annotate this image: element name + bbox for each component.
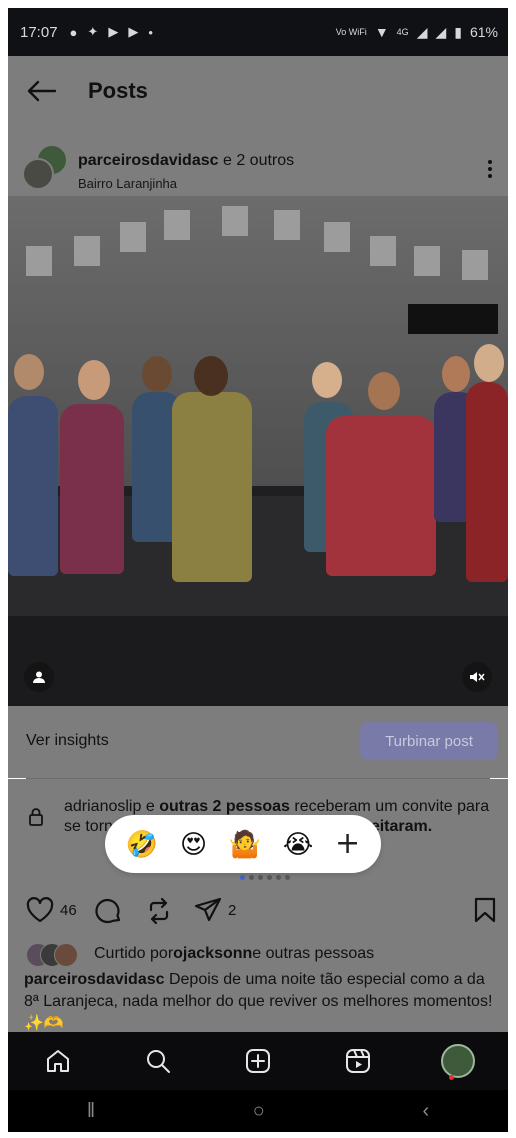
liked-by-user[interactable]: ojacksonn <box>173 945 252 963</box>
nav-create[interactable] <box>236 1039 280 1083</box>
share-count: 2 <box>228 901 237 919</box>
comment-icon <box>95 898 121 924</box>
insights-row: Ver insights Turbinar post <box>8 706 508 778</box>
arrow-left-icon <box>27 80 57 102</box>
crying-reaction[interactable]: 😭 <box>283 829 313 859</box>
repost-button[interactable] <box>146 897 172 925</box>
lock-icon <box>29 808 43 826</box>
comment-button[interactable] <box>94 897 122 925</box>
home-circle-icon[interactable]: ○ <box>253 1100 265 1123</box>
action-bar: 46 2 <box>8 893 508 933</box>
like-button[interactable]: 46 <box>26 897 77 923</box>
signal-icon: ◢ <box>435 23 447 40</box>
wifi-icon: ▼ <box>374 24 389 40</box>
author-avatars[interactable] <box>22 144 68 190</box>
reaction-picker: 🤣 😍 🤷 😭 + <box>105 815 381 873</box>
post-footer: 46 2 Curtido por ojacksonn e outras pess… <box>8 859 508 1039</box>
more-notifications-icon: • <box>148 24 153 40</box>
repost-icon <box>149 897 169 925</box>
author-username[interactable]: parceirosdavidasc <box>78 152 219 169</box>
caption-username[interactable]: parceirosdavidasc <box>24 971 165 988</box>
carousel-indicator <box>240 875 290 880</box>
bookmark-icon <box>474 897 496 923</box>
notification-icons: ● ✦ ▶ ▶ • <box>70 24 153 40</box>
network-label: 4G <box>396 27 409 37</box>
nav-reels[interactable] <box>336 1039 380 1083</box>
app-icon: ✦ <box>87 24 99 39</box>
chat-icon: ● <box>69 24 78 40</box>
bottom-navigation <box>8 1032 508 1090</box>
user-icon <box>33 671 45 683</box>
boost-post-button[interactable]: Turbinar post <box>360 722 498 760</box>
like-count[interactable]: 46 <box>60 902 77 919</box>
post-location[interactable]: Bairro Laranjinha <box>78 176 177 191</box>
mute-button[interactable] <box>462 662 492 692</box>
rofl-reaction[interactable]: 🤣 <box>126 829 158 859</box>
speaker-muted-icon <box>470 672 485 682</box>
home-icon <box>47 1050 69 1072</box>
reels-icon <box>346 1049 370 1073</box>
search-icon <box>147 1050 170 1073</box>
post-authors[interactable]: parceirosdavidasc e 2 outros <box>78 152 294 170</box>
coauthors-label[interactable]: e 2 outros <box>223 152 294 169</box>
view-insights-link[interactable]: Ver insights <box>26 732 109 750</box>
music-stand <box>408 304 498 334</box>
status-right: Vo WiFi ▼ 4G ◢ ◢ ▮ 61% <box>336 24 498 41</box>
signal-icon: ◢ <box>416 23 428 40</box>
recent-apps-icon[interactable]: ‖ <box>87 1100 95 1123</box>
heart-eyes-reaction[interactable]: 😍 <box>180 829 207 859</box>
youtube-icon: ▶ <box>108 24 119 39</box>
youtube-icon: ▶ <box>128 24 139 39</box>
status-bar: 17:07 ● ✦ ▶ ▶ • Vo WiFi ▼ 4G ◢ ◢ ▮ 61% <box>8 8 508 56</box>
invite-others[interactable]: outras 2 pessoas <box>159 798 290 815</box>
post-header: parceirosdavidasc e 2 outros Bairro Lara… <box>8 126 508 196</box>
avatar <box>22 158 54 190</box>
back-button[interactable] <box>22 71 62 111</box>
post-caption: parceirosdavidasc Depois de uma noite tã… <box>24 969 498 1035</box>
liker-avatars <box>26 943 92 967</box>
shrug-reaction[interactable]: 🤷 <box>229 829 261 859</box>
notification-dot <box>449 1075 454 1080</box>
more-options-button[interactable] <box>488 160 494 182</box>
wifi-label: Vo WiFi <box>335 27 367 37</box>
avatar <box>54 943 78 967</box>
post-image[interactable] <box>8 196 508 706</box>
stage-front <box>8 616 508 706</box>
battery-icon: ▮ <box>454 23 462 40</box>
battery-percent: 61% <box>469 24 498 40</box>
more-dots-icon <box>488 160 492 164</box>
share-button[interactable]: 2 <box>194 897 236 923</box>
system-navigation-bar: ‖ ○ ‹ <box>8 1090 508 1132</box>
bunting-line <box>8 206 508 280</box>
plus-square-icon <box>246 1049 270 1073</box>
tagged-people-button[interactable] <box>24 662 54 692</box>
avatar <box>441 1044 475 1078</box>
nav-search[interactable] <box>136 1039 180 1083</box>
back-chevron-icon[interactable]: ‹ <box>423 1100 430 1123</box>
save-button[interactable] <box>474 897 496 923</box>
invite-user[interactable]: adrianoslip <box>64 798 141 815</box>
screen: 17:07 ● ✦ ▶ ▶ • Vo WiFi ▼ 4G ◢ ◢ ▮ 61% P… <box>8 8 508 1132</box>
nav-profile[interactable] <box>436 1039 480 1083</box>
send-icon <box>194 897 222 922</box>
page-title: Posts <box>88 78 148 103</box>
heart-icon <box>26 897 54 923</box>
top-bar: Posts <box>8 56 508 126</box>
liked-by-row[interactable]: Curtido por ojacksonn e outras pessoas <box>26 943 374 967</box>
nav-home[interactable] <box>36 1039 80 1083</box>
more-reactions-button[interactable]: + <box>335 829 360 859</box>
status-time: 17:07 <box>20 23 58 41</box>
